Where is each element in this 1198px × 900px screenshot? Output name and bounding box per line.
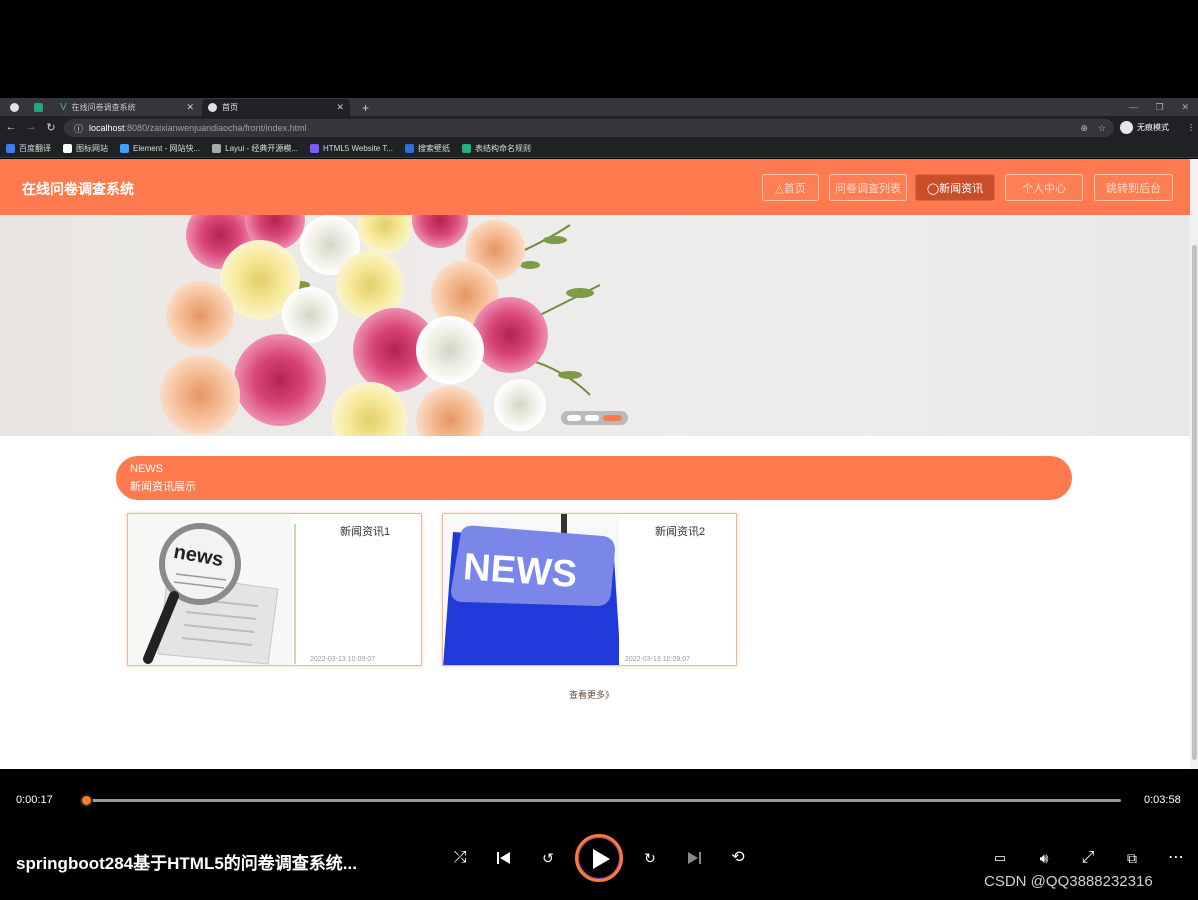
carousel-dot-active[interactable] <box>603 415 622 421</box>
magnifier-newspaper-image: news <box>128 514 304 665</box>
site-title: 在线问卷调查系统 <box>22 181 134 197</box>
flower-bouquet-image <box>160 215 601 436</box>
nav-news-button[interactable]: ◯新闻资讯 <box>915 174 995 201</box>
tab-label: 首页 <box>222 103 238 112</box>
bookmark-item[interactable]: HTML5 Website T... <box>310 144 393 153</box>
scrollbar-thumb[interactable] <box>1192 245 1197 760</box>
volume-icon[interactable]: 🔊︎ <box>1032 847 1056 869</box>
incognito-label: 无痕模式 <box>1137 123 1169 132</box>
globe-icon <box>208 103 217 112</box>
bookmark-item[interactable]: Element - 网站快... <box>120 143 200 154</box>
incognito-indicator[interactable]: 无痕模式 ⋮ <box>1120 121 1195 134</box>
address-bar[interactable]: ⓘ localhost:8080/zaixianwenjuandiaocha/f… <box>64 119 1114 137</box>
pinned-tab[interactable] <box>28 99 50 116</box>
tab-survey-system[interactable]: V 在线问卷调查系统 ✕ <box>54 99 200 116</box>
news-card-title: 新闻资讯1 <box>340 526 391 538</box>
news-title-cn: 新闻资讯展示 <box>130 481 196 493</box>
play-icon <box>593 849 610 869</box>
forward-icon[interactable]: → <box>24 121 38 133</box>
site-header: 在线问卷调查系统 △首页 问卷调查列表 ◯新闻资讯 个人中心 跳转到后台 <box>0 159 1190 215</box>
news-card-date: 2022-03-13 10:09:07 <box>625 656 690 663</box>
minimize-icon[interactable]: — <box>1129 102 1138 112</box>
window-close-icon[interactable]: ✕ <box>1182 102 1190 113</box>
news-card-date: 2022-03-13 10:09:07 <box>310 656 375 663</box>
previous-icon[interactable] <box>492 847 516 869</box>
url-path: :8080/zaixianwenjuandiaocha/front/index.… <box>124 123 307 133</box>
subtitles-icon[interactable]: ▭ <box>988 847 1012 869</box>
zoom-icon[interactable]: ⊕ <box>1080 123 1088 134</box>
bookmark-star-icon[interactable]: ☆ <box>1098 123 1106 134</box>
banner-carousel[interactable] <box>0 215 1190 436</box>
forward-30-icon[interactable]: ↻ <box>638 847 662 869</box>
bookmarks-bar: 百度翻译 图标网站 Element - 网站快... Layui - 经典开源模… <box>0 140 1198 158</box>
news-card[interactable]: news 新闻资讯1 2022-03-13 10:09:07 <box>127 513 422 666</box>
tab-home[interactable]: 首页 ✕ <box>202 99 350 116</box>
video-player-controls: 0:00:17 0:03:58 springboot284基于HTML5的问卷调… <box>0 769 1198 900</box>
incognito-icon <box>1120 121 1133 134</box>
close-tab-icon[interactable]: ✕ <box>336 102 344 113</box>
close-tab-icon[interactable]: ✕ <box>186 102 194 113</box>
tab-label: 在线问卷调查系统 <box>71 103 136 112</box>
browser-menu-icon[interactable] <box>4 99 24 116</box>
bookmark-item[interactable]: 百度翻译 <box>6 143 51 154</box>
nav-survey-list-button[interactable]: 问卷调查列表 <box>829 174 907 201</box>
csdn-watermark: CSDN @QQ3888232316 <box>984 873 1153 890</box>
mini-player-icon[interactable]: ⧉ <box>1120 847 1144 869</box>
more-options-icon[interactable]: ⋯ <box>1164 847 1188 869</box>
back-icon[interactable]: ← <box>4 121 18 133</box>
rewind-10-icon[interactable]: ↺ <box>536 847 560 869</box>
carousel-dot[interactable] <box>585 415 599 421</box>
browser-menu-dots-icon[interactable]: ⋮ <box>1187 123 1195 132</box>
carousel-indicator <box>561 411 628 425</box>
news-card-title: 新闻资讯2 <box>655 526 706 538</box>
bookmark-item[interactable]: 表结构命名规则 <box>461 143 531 154</box>
new-tab-icon[interactable]: + <box>356 99 374 116</box>
svg-text:NEWS: NEWS <box>462 546 579 596</box>
page-viewport: 在线问卷调查系统 △首页 问卷调查列表 ◯新闻资讯 个人中心 跳转到后台 NEW… <box>0 159 1198 769</box>
nav-admin-button[interactable]: 跳转到后台 <box>1094 174 1173 201</box>
seek-bar[interactable] <box>88 799 1121 802</box>
bookmark-item[interactable]: 搜索壁纸 <box>404 143 450 154</box>
fullscreen-icon[interactable]: ⤢ <box>1076 847 1100 869</box>
shuffle-icon[interactable]: ⤮ <box>448 847 472 869</box>
video-title: springboot284基于HTML5的问卷调查系统... <box>16 854 357 873</box>
window-controls: — ❐ ✕ <box>1120 98 1198 116</box>
news-key-image: NEWS <box>443 514 619 665</box>
total-time: 0:03:58 <box>1144 794 1181 806</box>
reload-icon[interactable]: ↻ <box>44 121 58 134</box>
news-section-header: NEWS 新闻资讯展示 <box>116 456 1072 500</box>
nav-user-center-button[interactable]: 个人中心 <box>1005 174 1083 201</box>
seek-thumb[interactable] <box>80 794 93 807</box>
vue-icon: V <box>60 102 67 113</box>
nav-home-button[interactable]: △首页 <box>762 174 819 201</box>
repeat-off-icon[interactable]: ⟲ <box>726 847 750 869</box>
url-host: localhost <box>89 123 125 133</box>
bookmark-item[interactable]: 图标网站 <box>63 143 108 154</box>
bookmark-item[interactable]: Layui - 经典开源模... <box>212 143 298 154</box>
view-more-link[interactable]: 查看更多》 <box>569 688 614 701</box>
news-card[interactable]: NEWS 新闻资讯2 2022-03-13 10:09:07 <box>442 513 737 666</box>
current-time: 0:00:17 <box>16 794 53 806</box>
browser-tab-bar: V 在线问卷调查系统 ✕ 首页 ✕ + <box>0 98 1198 116</box>
play-button[interactable] <box>575 834 623 882</box>
carousel-dot[interactable] <box>567 415 581 421</box>
restore-icon[interactable]: ❐ <box>1156 102 1164 113</box>
video-letterbox <box>0 0 1198 98</box>
news-title-en: NEWS <box>130 463 163 475</box>
next-icon[interactable] <box>682 847 706 869</box>
site-info-icon[interactable]: ⓘ <box>74 122 83 135</box>
